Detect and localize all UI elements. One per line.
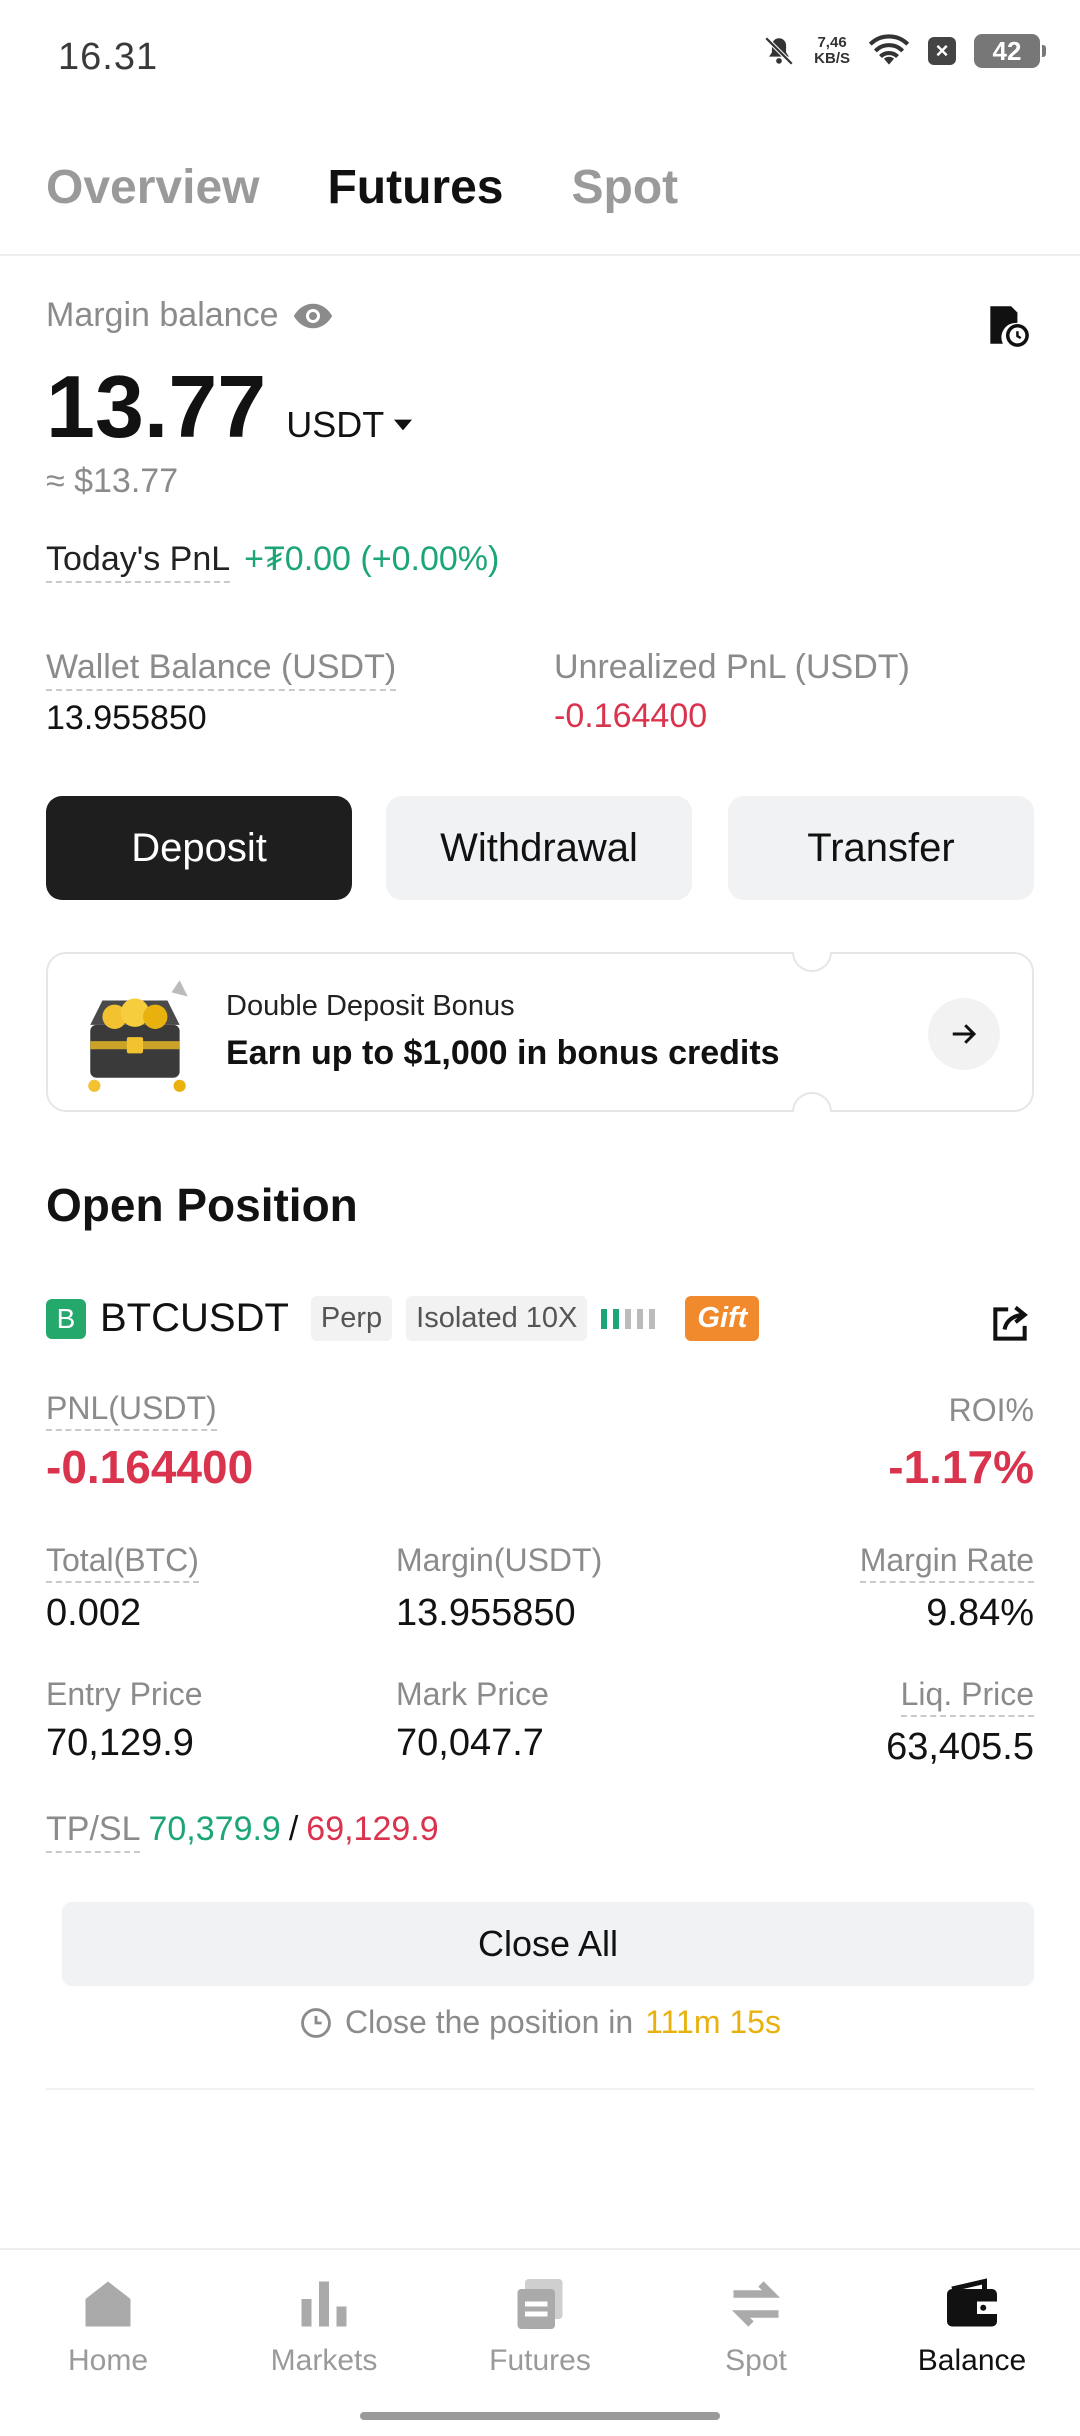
share-icon[interactable] <box>988 1302 1032 1346</box>
entry-price-value: 70,129.9 <box>46 1722 194 1764</box>
countdown-value: 111m 15s <box>645 2004 781 2040</box>
stop-loss-value: 69,129.9 <box>306 1810 439 1848</box>
nav-home[interactable]: Home <box>0 2274 216 2378</box>
tpsl-label[interactable]: TP/SL <box>46 1810 141 1853</box>
treasure-chest-icon <box>88 980 188 1092</box>
unrealized-pnl-value: -0.164400 <box>554 697 708 735</box>
nav-markets[interactable]: Markets <box>216 2274 432 2378</box>
margin-balance-header: Margin balance <box>46 296 334 335</box>
margin-balance-label: Margin balance <box>46 296 279 334</box>
banner-subtitle: Earn up to $1,000 in bonus credits <box>226 1034 780 1072</box>
nav-futures[interactable]: Futures <box>432 2274 648 2378</box>
status-bar: 16.31 7,46 KB/S × 42 <box>0 0 1080 120</box>
margin-balance-amount: 13.77 <box>46 357 267 456</box>
nav-balance[interactable]: Balance <box>864 2274 1080 2378</box>
open-position-title: Open Position <box>46 1179 358 1231</box>
roi-label: ROI% <box>948 1392 1034 1428</box>
leverage-pill[interactable]: Isolated 10X <box>406 1296 588 1341</box>
tpsl-row: TP/SL 70,379.9 / 69,129.9 <box>46 1810 439 1853</box>
todays-pnl-value: +₮0.00 (+0.00%) <box>244 540 500 578</box>
liq-price-value: 63,405.5 <box>886 1726 1034 1768</box>
banner-arrow-button[interactable] <box>928 998 1000 1070</box>
withdrawal-button[interactable]: Withdrawal <box>386 796 692 900</box>
banner-notch-top <box>792 952 832 972</box>
spot-icon <box>731 2281 781 2327</box>
nav-balance-label: Balance <box>917 2344 1027 2377</box>
close-countdown: Close the position in 111m 15s <box>0 2004 1080 2041</box>
close-all-button[interactable]: Close All <box>62 1902 1034 1986</box>
top-tabs: Overview Futures Spot <box>46 160 678 215</box>
deposit-bonus-banner[interactable]: Double Deposit Bonus Earn up to $1,000 i… <box>46 952 1034 1112</box>
perp-pill: Perp <box>310 1296 393 1341</box>
total-btc-label[interactable]: Total(BTC) <box>46 1542 199 1583</box>
unrealized-pnl: Unrealized PnL (USDT) -0.164400 <box>554 648 910 736</box>
mark-price-value: 70,047.7 <box>396 1722 544 1764</box>
wallet-icon <box>947 2278 997 2327</box>
wifi-icon <box>868 34 910 65</box>
pnl-label[interactable]: PNL(USDT) <box>46 1390 217 1431</box>
deposit-button[interactable]: Deposit <box>46 796 352 900</box>
liq-price-label[interactable]: Liq. Price <box>900 1676 1034 1717</box>
position-header: B BTCUSDT Perp Isolated 10X Gift <box>46 1296 760 1341</box>
wallet-balance-label[interactable]: Wallet Balance (USDT) <box>46 648 397 691</box>
todays-pnl-row: Today's PnL +₮0.00 (+0.00%) <box>46 540 499 583</box>
margin-value: 13.955850 <box>396 1592 576 1634</box>
todays-pnl-label[interactable]: Today's PnL <box>46 540 231 583</box>
position-divider <box>46 2088 1034 2090</box>
caret-down-icon <box>394 419 413 431</box>
margin-rate-label[interactable]: Margin Rate <box>859 1542 1034 1583</box>
risk-level-icon <box>601 1308 656 1329</box>
history-icon[interactable] <box>982 300 1032 350</box>
banner-notch-bottom <box>792 1092 832 1112</box>
wallet-balance: Wallet Balance (USDT) 13.955850 <box>46 648 397 738</box>
clock-icon <box>301 2007 331 2038</box>
close-notification-icon: × <box>928 37 956 65</box>
futures-icon <box>517 2279 563 2329</box>
nav-home-label: Home <box>67 2344 149 2377</box>
nav-spot[interactable]: Spot <box>648 2274 864 2378</box>
unrealized-pnl-label: Unrealized PnL (USDT) <box>554 648 910 686</box>
tab-overview[interactable]: Overview <box>46 160 259 215</box>
battery-icon: 42 <box>974 34 1046 68</box>
total-btc-value: 0.002 <box>46 1592 142 1634</box>
roi-value: -1.17% <box>888 1441 1034 1493</box>
gift-badge[interactable]: Gift <box>685 1296 760 1341</box>
position-symbol[interactable]: BTCUSDT <box>100 1296 289 1341</box>
tpsl-separator: / <box>288 1810 299 1848</box>
arrow-right-icon <box>952 1024 977 1044</box>
nav-spot-label: Spot <box>725 2344 787 2377</box>
approx-usd-value: ≈ $13.77 <box>46 462 179 500</box>
currency-selector[interactable]: USDT <box>286 404 413 446</box>
pnl-value: -0.164400 <box>46 1441 254 1493</box>
nav-markets-label: Markets <box>270 2344 378 2377</box>
network-speed: 7,46 KB/S <box>814 35 850 67</box>
entry-price-label: Entry Price <box>46 1676 203 1712</box>
take-profit-value: 70,379.9 <box>148 1810 281 1848</box>
buy-badge: B <box>46 1298 86 1339</box>
eye-icon[interactable] <box>292 301 334 331</box>
banner-title: Double Deposit Bonus <box>226 990 515 1022</box>
home-icon <box>85 2281 131 2327</box>
tabs-divider <box>0 254 1080 256</box>
margin-balance-amount-row: 13.77 USDT <box>46 356 413 458</box>
tab-spot[interactable]: Spot <box>571 160 678 215</box>
margin-rate-value: 9.84% <box>926 1592 1034 1634</box>
network-speed-value: 7,46 <box>817 34 847 51</box>
wallet-balance-value: 13.955850 <box>46 699 207 737</box>
margin-label: Margin(USDT) <box>396 1542 603 1578</box>
bottom-navigation: Home Markets Futures Spot Balance <box>0 2248 1080 2436</box>
muted-bell-icon <box>764 36 794 66</box>
countdown-text: Close the position in <box>345 2004 634 2040</box>
currency-label: USDT <box>286 404 385 445</box>
status-icons: 7,46 KB/S × 42 <box>762 34 1046 68</box>
network-speed-unit: KB/S <box>814 50 850 67</box>
markets-icon <box>301 2281 347 2327</box>
status-time: 16.31 <box>58 36 159 78</box>
tab-futures[interactable]: Futures <box>327 160 503 215</box>
mark-price-label: Mark Price <box>396 1676 549 1712</box>
nav-futures-label: Futures <box>489 2344 591 2377</box>
home-indicator <box>360 2412 720 2420</box>
transfer-button[interactable]: Transfer <box>728 796 1034 900</box>
